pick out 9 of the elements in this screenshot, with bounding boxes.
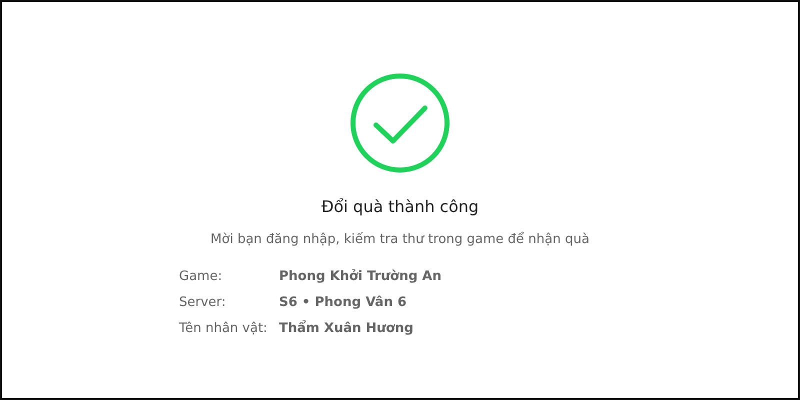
detail-value: Phong Khởi Trường An [279,268,442,286]
detail-label: Game: [179,268,224,286]
detail-value: Thẩm Xuân Hương [279,319,414,338]
success-check-icon [350,73,450,173]
success-title: Đổi quà thành công [321,196,479,218]
detail-label: Tên nhân vật: [179,320,268,338]
detail-value: S6 • Phong Vân 6 [279,294,407,312]
success-message: Mời bạn đăng nhập, kiếm tra thư trong game để nhận quà [210,230,590,249]
detail-label: Server: [179,294,227,312]
